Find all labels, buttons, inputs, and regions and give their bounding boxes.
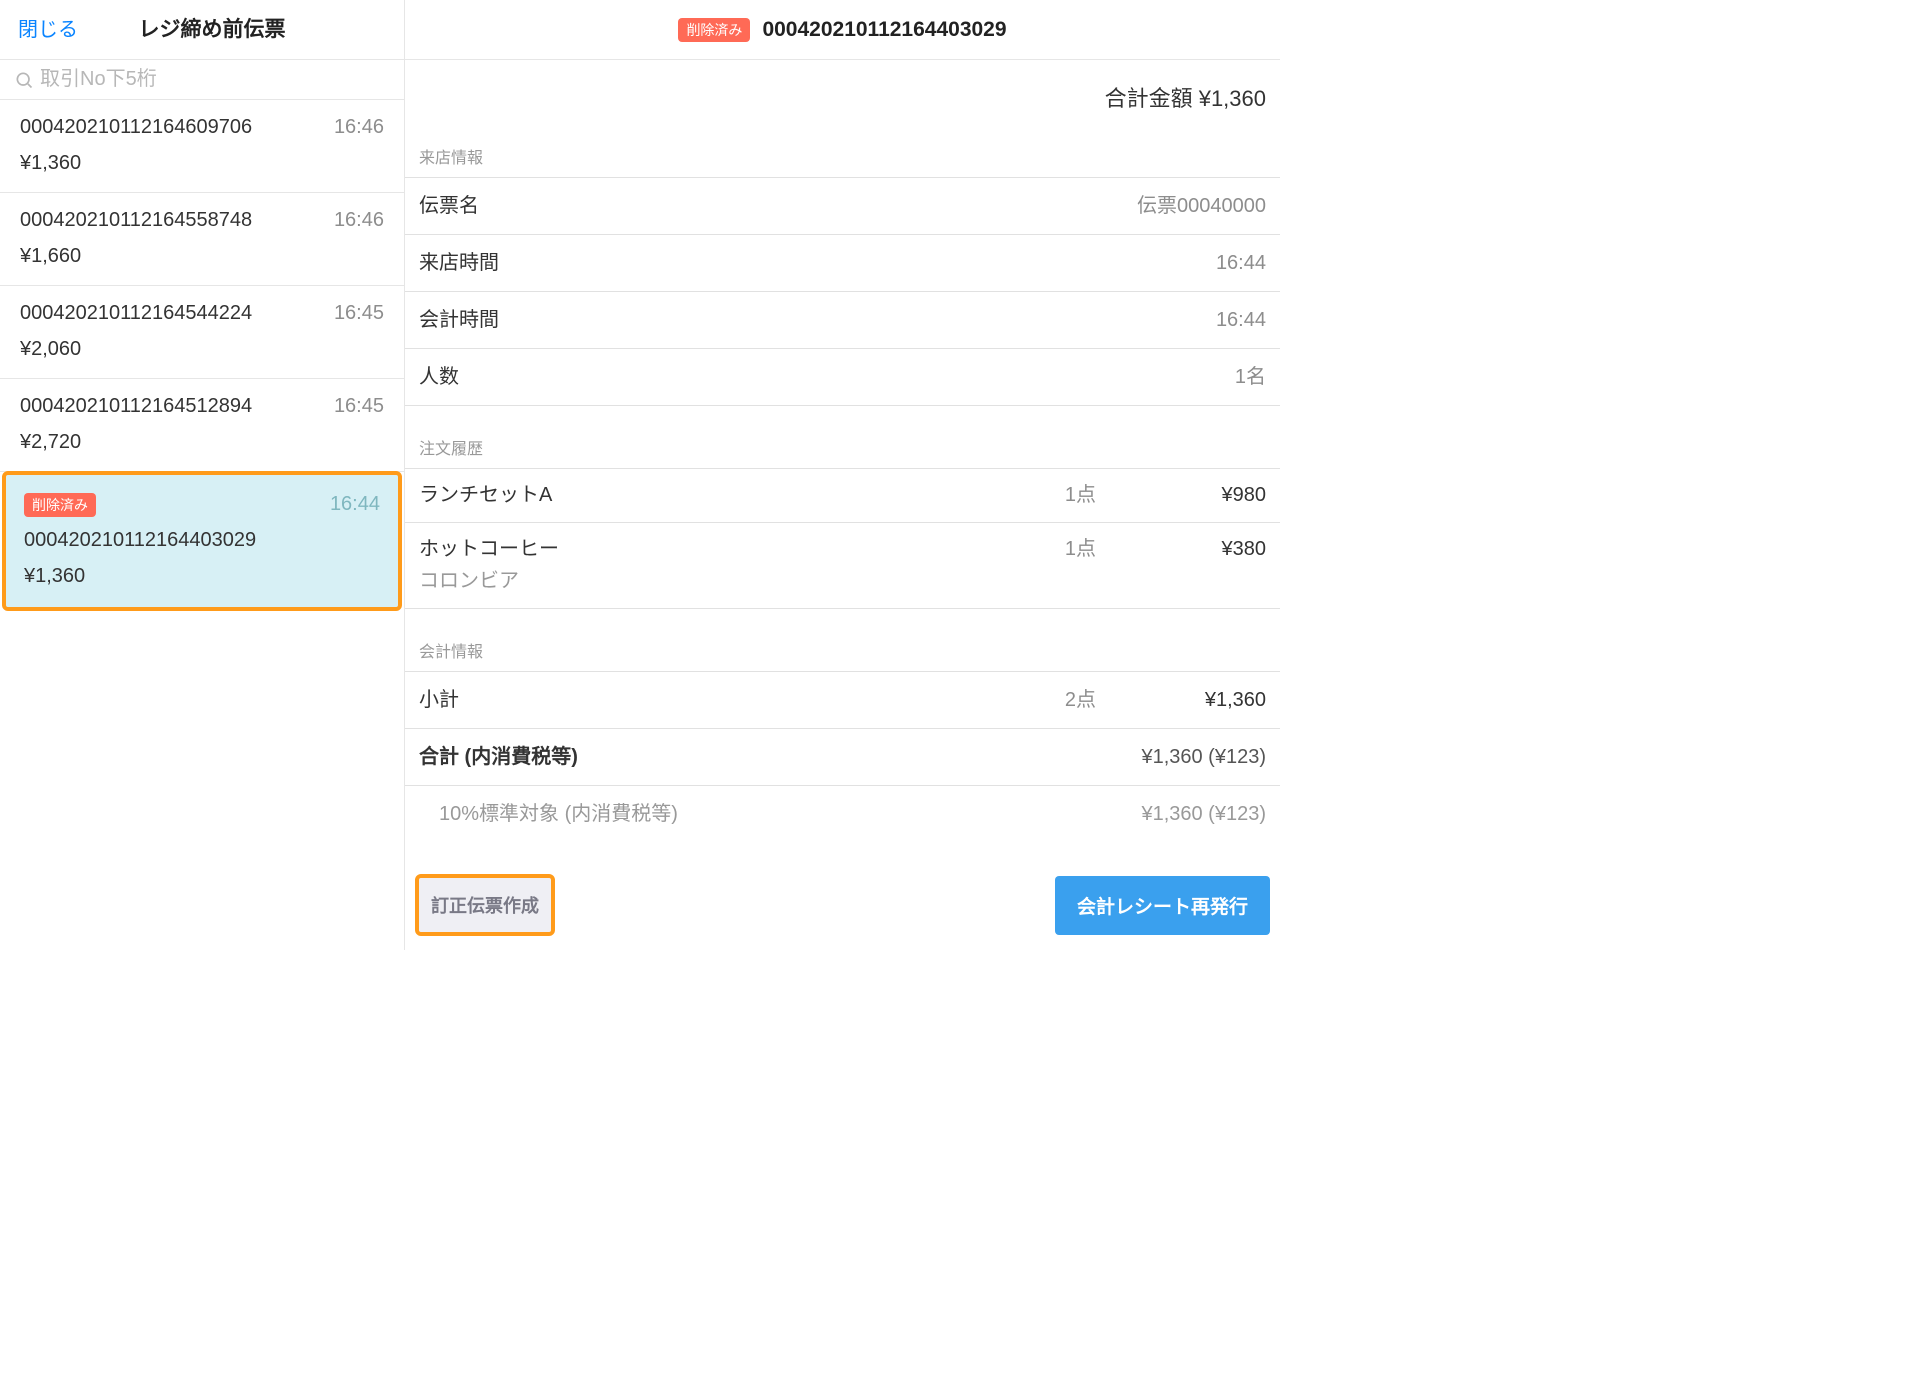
section-orders: 注文履歴	[405, 434, 1280, 469]
order-price: ¥380	[1096, 534, 1266, 564]
reissue-receipt-button[interactable]: 会計レシート再発行	[1055, 876, 1270, 935]
transaction-list: 000420210112164609706 16:46 ¥1,360 00042…	[0, 100, 404, 950]
order-price: ¥980	[1096, 480, 1266, 510]
list-item-time: 16:45	[334, 298, 384, 328]
list-item-txnno: 000420210112164544224	[20, 298, 252, 328]
section-cashinfo: 会計情報	[405, 637, 1280, 672]
people-value: 1名	[1235, 362, 1266, 392]
list-item-txnno: 000420210112164558748	[20, 205, 252, 235]
grandtotal-label: 合計 (内消費税等)	[419, 742, 578, 772]
list-item-time: 16:45	[334, 391, 384, 421]
search-input[interactable]	[40, 68, 390, 91]
slip-name-value: 伝票00040000	[1137, 191, 1266, 221]
deleted-badge: 削除済み	[678, 18, 750, 42]
correction-slip-button[interactable]: 訂正伝票作成	[415, 874, 555, 936]
list-item-amount: ¥1,360	[20, 148, 384, 178]
total-amount: 合計金額 ¥1,360	[405, 60, 1280, 143]
search-row	[0, 60, 404, 100]
detail-header: 削除済み 000420210112164403029	[405, 0, 1280, 60]
row-checkout-time: 会計時間 16:44	[405, 292, 1280, 349]
row-taxline: 10%標準対象 (内消費税等) ¥1,360 (¥123)	[405, 786, 1280, 842]
list-item[interactable]: 000420210112164544224 16:45 ¥2,060	[0, 286, 404, 379]
sidebar-title: レジ締め前伝票	[38, 14, 386, 46]
visit-time-label: 来店時間	[419, 248, 499, 278]
sidebar: 閉じる レジ締め前伝票 000420210112164609706 16:46 …	[0, 0, 405, 950]
checkout-time-value: 16:44	[1216, 305, 1266, 335]
list-item-amount: ¥1,360	[24, 561, 380, 591]
subtotal-label: 小計	[419, 685, 986, 715]
list-item-amount: ¥2,060	[20, 334, 384, 364]
order-qty: 1点	[986, 480, 1096, 510]
sidebar-header: 閉じる レジ締め前伝票	[0, 0, 404, 60]
checkout-time-label: 会計時間	[419, 305, 499, 335]
action-row: 訂正伝票作成 会計レシート再発行	[405, 854, 1280, 950]
list-item-time: 16:44	[330, 489, 380, 519]
order-name: ランチセットA	[419, 480, 986, 510]
taxline-label: 10%標準対象 (内消費税等)	[439, 799, 678, 829]
row-subtotal: 小計 2点 ¥1,360	[405, 672, 1280, 729]
subtotal-qty: 2点	[986, 685, 1096, 715]
section-visit: 来店情報	[405, 143, 1280, 178]
list-item-time: 16:46	[334, 205, 384, 235]
list-item-selected[interactable]: 削除済み 000420210112164403029 16:44 ¥1,360	[2, 471, 402, 611]
visit-time-value: 16:44	[1216, 248, 1266, 278]
list-item-txnno: 000420210112164403029	[24, 525, 256, 555]
deleted-badge: 削除済み	[24, 493, 96, 517]
order-name: ホットコーヒー	[419, 534, 986, 564]
slip-name-label: 伝票名	[419, 191, 479, 221]
order-row: ランチセットA 1点 ¥980	[405, 469, 1280, 523]
list-item-txnno: 000420210112164609706	[20, 112, 252, 142]
search-icon	[14, 70, 34, 90]
row-slip-name: 伝票名 伝票00040000	[405, 178, 1280, 235]
list-item[interactable]: 000420210112164609706 16:46 ¥1,360	[0, 100, 404, 193]
list-item-amount: ¥2,720	[20, 427, 384, 457]
taxline-value: ¥1,360 (¥123)	[1141, 799, 1266, 829]
list-item[interactable]: 000420210112164512894 16:45 ¥2,720	[0, 379, 404, 472]
order-row: ホットコーヒー 1点 ¥380 コロンビア	[405, 523, 1280, 609]
row-visit-time: 来店時間 16:44	[405, 235, 1280, 292]
order-sub: コロンビア	[419, 566, 1266, 596]
row-people: 人数 1名	[405, 349, 1280, 406]
detail-panel: 削除済み 000420210112164403029 合計金額 ¥1,360 来…	[405, 0, 1280, 950]
list-item-txnno: 000420210112164512894	[20, 391, 252, 421]
list-item-amount: ¥1,660	[20, 241, 384, 271]
row-grandtotal: 合計 (内消費税等) ¥1,360 (¥123)	[405, 729, 1280, 786]
grandtotal-value: ¥1,360 (¥123)	[1141, 742, 1266, 772]
people-label: 人数	[419, 362, 459, 392]
list-item-time: 16:46	[334, 112, 384, 142]
order-qty: 1点	[986, 534, 1096, 564]
list-item[interactable]: 000420210112164558748 16:46 ¥1,660	[0, 193, 404, 286]
subtotal-price: ¥1,360	[1096, 685, 1266, 715]
detail-txnno: 000420210112164403029	[762, 14, 1006, 46]
